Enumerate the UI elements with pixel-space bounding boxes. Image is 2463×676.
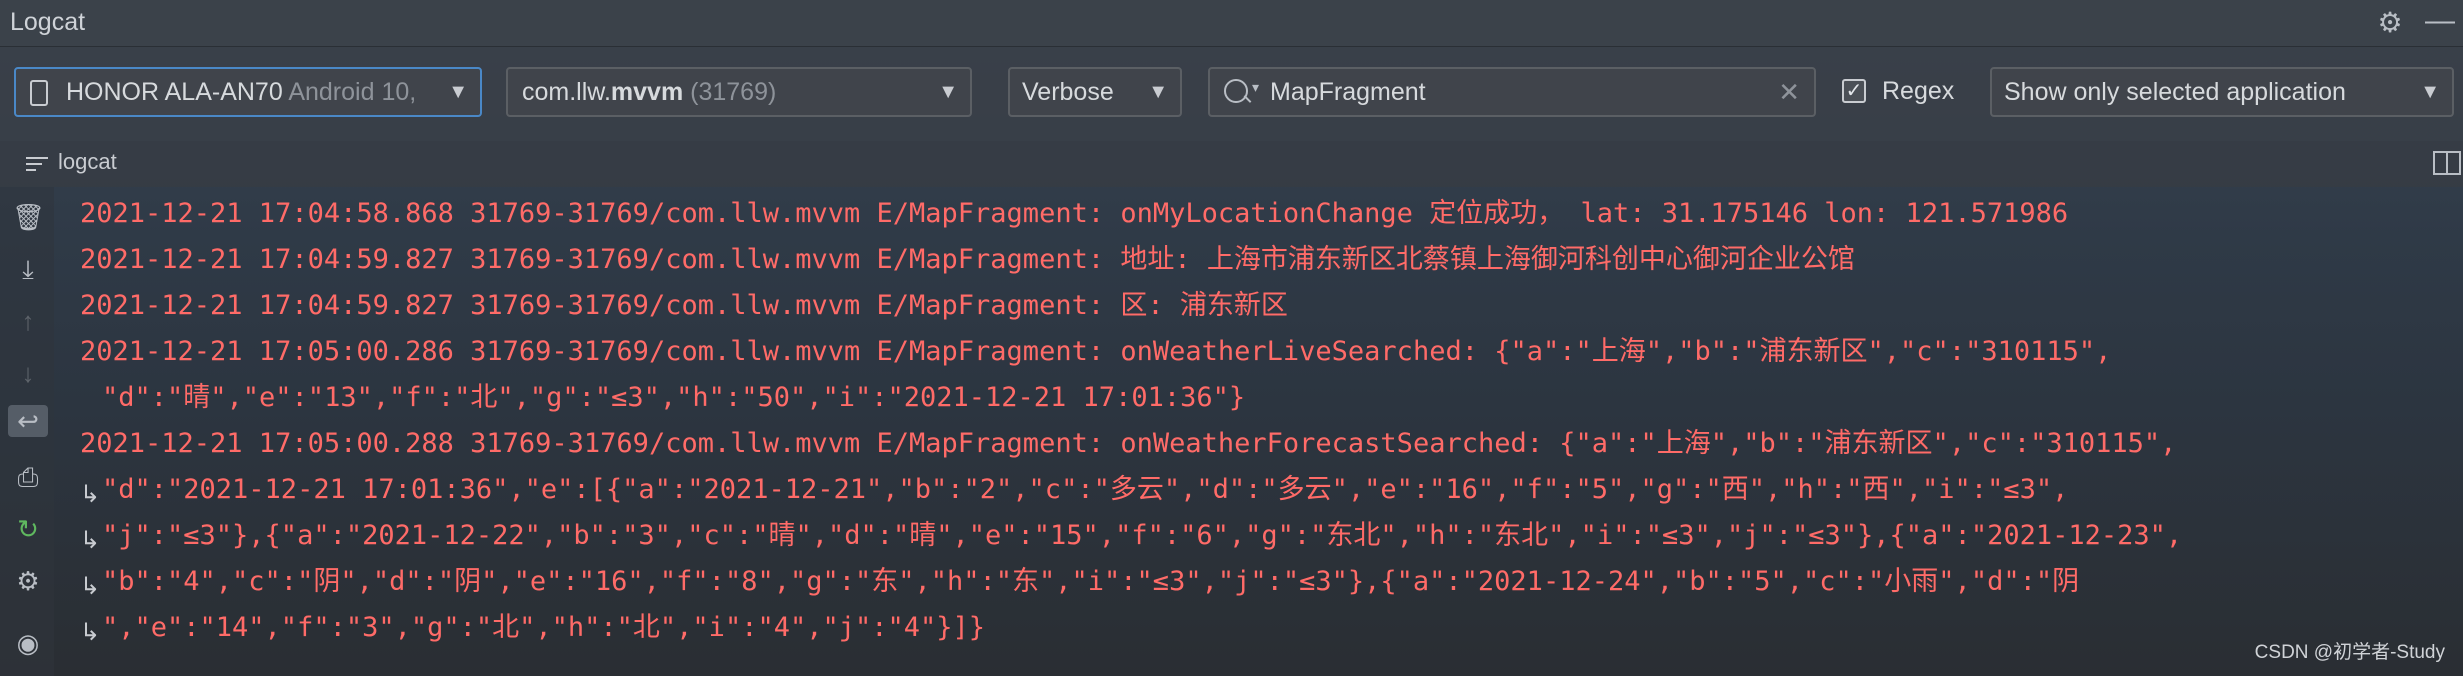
settings-gear-icon[interactable]: ⚙ xyxy=(2375,8,2405,38)
window-title: Logcat xyxy=(10,8,86,36)
process-selector[interactable]: com.llw.mvvm (31769) ▼ xyxy=(506,67,972,117)
log-line: 2021-12-21 17:05:00.288 31769-31769/com.… xyxy=(80,428,2177,459)
scroll-to-end-icon[interactable]: ⤓ xyxy=(12,253,44,285)
search-input[interactable]: MapFragment xyxy=(1270,69,1426,115)
print-icon[interactable]: ⎙ xyxy=(12,461,44,493)
log-level-selector[interactable]: Verbose ▼ xyxy=(1008,67,1182,117)
soft-wrap-start-icon: ↳ xyxy=(80,527,101,554)
log-line: 2021-12-21 17:04:59.827 31769-31769/com.… xyxy=(80,290,1288,321)
list-icon xyxy=(26,157,48,171)
soft-wrap-start-icon: ↳ xyxy=(80,619,101,646)
phone-icon xyxy=(30,80,48,106)
log-output[interactable]: 2021-12-21 17:04:58.868 31769-31769/com.… xyxy=(80,191,2450,651)
dropdown-arrow-icon: ▼ xyxy=(938,81,958,103)
logcat-sidebar: 🗑 ⤓ ↑ ↓ ↩ ⎙ ↻ ⚙ ◉ xyxy=(0,187,54,676)
device-name: HONOR ALA-AN70 xyxy=(66,78,283,106)
log-line-continuation: "d":"晴","e":"13","f":"北","g":"≤3","h":"5… xyxy=(102,382,1246,413)
filter-selector[interactable]: Show only selected application ▼ xyxy=(1990,67,2454,117)
screenshot-icon[interactable]: ◉ xyxy=(12,627,44,659)
log-line: 2021-12-21 17:05:00.286 31769-31769/com.… xyxy=(80,336,2112,367)
log-line-continuation: "d":"2021-12-21 17:01:36","e":[{"a":"202… xyxy=(102,474,2069,505)
up-arrow-icon[interactable]: ↑ xyxy=(12,305,44,337)
title-bar: Logcat ⚙ — xyxy=(0,0,2463,47)
filter-value: Show only selected application xyxy=(2004,78,2346,106)
toolbar: HONOR ALA-AN70 Android 10, ▼ com.llw.mvv… xyxy=(0,47,2463,141)
watermark: CSDN @初学者-Study xyxy=(2254,642,2445,663)
restart-icon[interactable]: ↻ xyxy=(12,513,44,545)
process-id: (31769) xyxy=(690,78,777,106)
trash-icon[interactable]: 🗑 xyxy=(12,201,45,233)
search-field[interactable]: ▾ MapFragment ✕ xyxy=(1208,67,1816,117)
package-prefix: com.llw. xyxy=(522,78,611,106)
log-line-continuation: "j":"≤3"},{"a":"2021-12-22","b":"3","c":… xyxy=(102,520,2183,551)
dropdown-arrow-icon: ▼ xyxy=(448,81,468,103)
dropdown-arrow-icon: ▼ xyxy=(1148,81,1168,103)
device-selector[interactable]: HONOR ALA-AN70 Android 10, ▼ xyxy=(14,67,482,117)
regex-label[interactable]: Regex xyxy=(1882,77,1954,106)
soft-wrap-icon[interactable]: ↩ xyxy=(8,405,48,437)
device-version: Android 10, xyxy=(288,78,417,106)
log-line-continuation: "b":"4","c":"阴","d":"阴","e":"16","f":"8"… xyxy=(102,566,2080,597)
dropdown-arrow-icon: ▼ xyxy=(2420,81,2440,103)
tab-logcat[interactable]: logcat xyxy=(58,149,117,175)
log-line: 2021-12-21 17:04:58.868 31769-31769/com.… xyxy=(80,198,2069,229)
search-icon[interactable] xyxy=(1224,79,1248,103)
regex-checkbox[interactable]: ✓ xyxy=(1842,79,1866,103)
log-line-continuation: ","e":"14","f":"3","g":"北","h":"北","i":"… xyxy=(102,612,986,643)
logcat-tab-strip: logcat xyxy=(0,141,2463,187)
minimize-icon[interactable]: — xyxy=(2423,6,2457,40)
log-level-value: Verbose xyxy=(1022,78,1114,106)
soft-wrap-start-icon: ↳ xyxy=(80,481,101,508)
clear-icon[interactable]: ✕ xyxy=(1778,71,1800,113)
log-line: 2021-12-21 17:04:59.827 31769-31769/com.… xyxy=(80,244,1855,275)
settings-icon[interactable]: ⚙ xyxy=(12,565,44,597)
search-history-dropdown-icon[interactable]: ▾ xyxy=(1252,79,1259,96)
down-arrow-icon[interactable]: ↓ xyxy=(12,357,44,389)
soft-wrap-start-icon: ↳ xyxy=(80,573,101,600)
package-name-bold: mvvm xyxy=(610,78,684,106)
layout-icon[interactable] xyxy=(2433,151,2461,175)
